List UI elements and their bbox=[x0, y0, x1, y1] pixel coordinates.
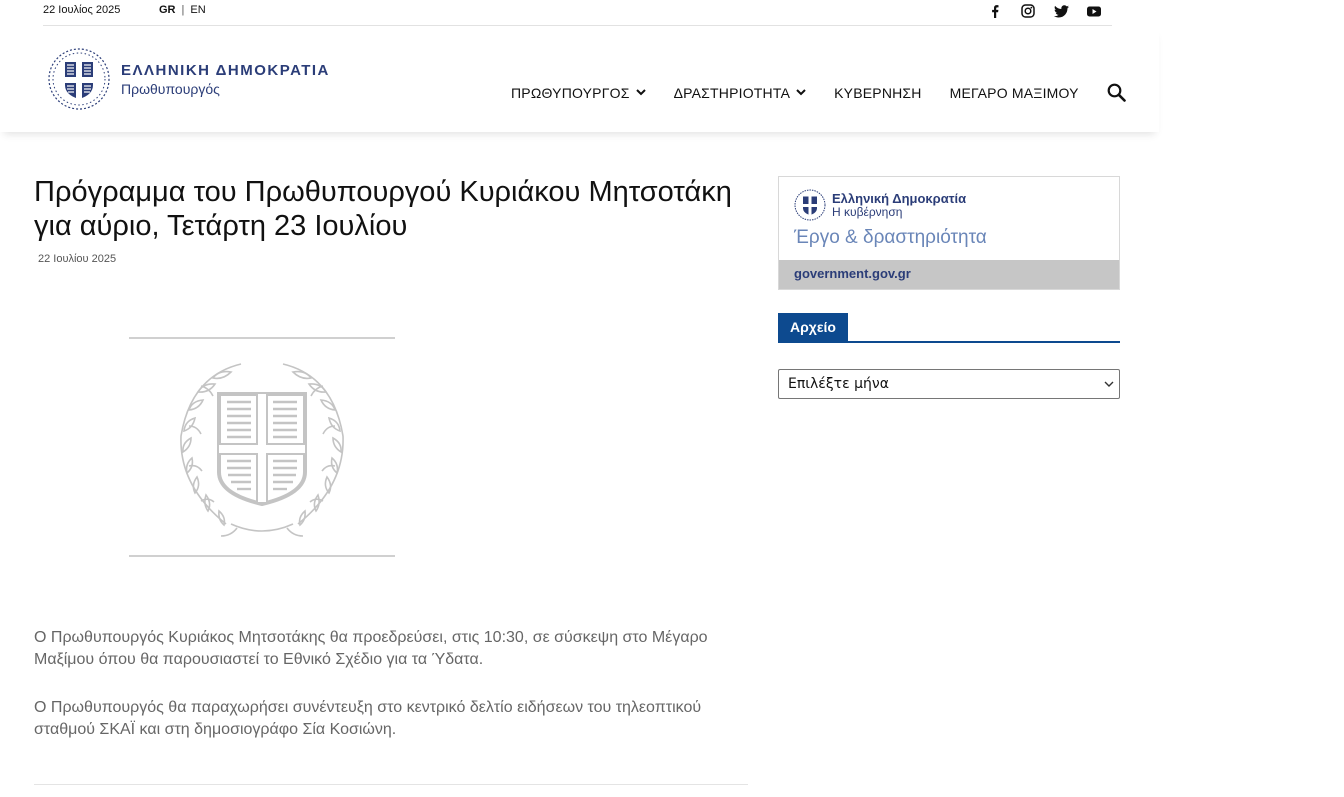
government-banner[interactable]: Ελληνική Δημοκρατία Η κυβέρνηση Έργο & δ… bbox=[778, 176, 1120, 290]
banner-title: Ελληνική Δημοκρατία bbox=[832, 190, 967, 206]
nav-item-label: ΚΥΒΕΡΝΗΣΗ bbox=[834, 84, 922, 101]
month-select-value: Επιλέξτε μήνα bbox=[788, 376, 889, 392]
month-select[interactable]: Επιλέξτε μήνα bbox=[778, 369, 1120, 399]
banner-footer: government.gov.gr bbox=[779, 260, 1119, 289]
twitter-icon[interactable] bbox=[1051, 1, 1071, 21]
top-bar: 22 Ιουλίος 2025 GR | EN bbox=[0, 0, 1159, 26]
instagram-icon[interactable] bbox=[1018, 1, 1038, 21]
image-bottom-rule bbox=[129, 555, 395, 557]
logo-title: ΕΛΛΗΝΙΚΗ ΔΗΜΟΚΡΑΤΙΑ bbox=[121, 61, 330, 79]
social-links bbox=[985, 1, 1104, 21]
current-date: 22 Ιουλίος 2025 bbox=[43, 4, 121, 16]
article-date: 22 Ιουλίου 2025 bbox=[38, 253, 117, 265]
greek-coat-of-arms-icon bbox=[794, 189, 826, 221]
archive-widget-header: Αρχείο bbox=[778, 313, 1120, 343]
article-title: Πρόγραμμα του Πρωθυπουργού Κυριάκου Μητσ… bbox=[34, 176, 732, 242]
nav-item-maximos-mansion[interactable]: ΜΕΓΑΡΟ ΜΑΞΙΜΟΥ bbox=[950, 85, 1079, 101]
article-paragraph: Ο Πρωθυπουργός Κυριάκος Μητσοτάκης θα πρ… bbox=[34, 629, 708, 668]
chevron-down-icon bbox=[1104, 381, 1114, 387]
featured-image bbox=[129, 336, 395, 558]
lang-gr-link[interactable]: GR bbox=[159, 4, 176, 16]
image-top-rule bbox=[129, 337, 395, 339]
banner-url: government.gov.gr bbox=[794, 266, 911, 281]
nav-item-government[interactable]: ΚΥΒΕΡΝΗΣΗ bbox=[834, 85, 921, 101]
facebook-icon[interactable] bbox=[985, 1, 1005, 21]
greek-coat-of-arms-icon bbox=[48, 48, 110, 110]
banner-subtitle: Η κυβέρνηση bbox=[832, 204, 903, 219]
nav-item-label: ΠΡΩΘΥΠΟΥΡΓΟΣ bbox=[511, 84, 630, 101]
nav-item-label: ΜΕΓΑΡΟ ΜΑΞΙΜΟΥ bbox=[949, 84, 1079, 101]
article-divider bbox=[34, 784, 748, 785]
site-header: ΕΛΛΗΝΙΚΗ ΔΗΜΟΚΡΑΤΙΑ Πρωθυπουργός ΠΡΩΘΥΠΟ… bbox=[0, 26, 1159, 132]
site-logo[interactable]: ΕΛΛΗΝΙΚΗ ΔΗΜΟΚΡΑΤΙΑ Πρωθυπουργός bbox=[47, 47, 330, 111]
nav-item-label: ΔΡΑΣΤΗΡΙΟΤΗΤΑ bbox=[673, 84, 791, 101]
lang-separator: | bbox=[181, 4, 185, 16]
language-switcher: GR | EN bbox=[159, 4, 206, 16]
article-paragraph: Ο Πρωθυπουργός θα παραχωρήσει συνέντευξη… bbox=[34, 699, 702, 738]
greek-coat-of-arms-icon bbox=[180, 363, 344, 537]
archive-label: Αρχείο bbox=[778, 313, 848, 341]
nav-item-activity[interactable]: ΔΡΑΣΤΗΡΙΟΤΗΤΑ bbox=[674, 85, 807, 101]
youtube-icon[interactable] bbox=[1084, 1, 1104, 21]
chevron-down-icon bbox=[796, 89, 806, 96]
nav-item-prime-minister[interactable]: ΠΡΩΘΥΠΟΥΡΓΟΣ bbox=[511, 85, 646, 101]
banner-tagline: Έργο & δραστηριότητα bbox=[794, 227, 987, 248]
main-nav: ΠΡΩΘΥΠΟΥΡΓΟΣ ΔΡΑΣΤΗΡΙΟΤΗΤΑ ΚΥΒΕΡΝΗΣΗ ΜΕΓ… bbox=[511, 83, 1126, 102]
chevron-down-icon bbox=[635, 89, 646, 96]
lang-en-link[interactable]: EN bbox=[190, 4, 205, 16]
logo-subtitle: Πρωθυπουργός bbox=[121, 80, 220, 97]
search-icon[interactable] bbox=[1107, 83, 1126, 102]
